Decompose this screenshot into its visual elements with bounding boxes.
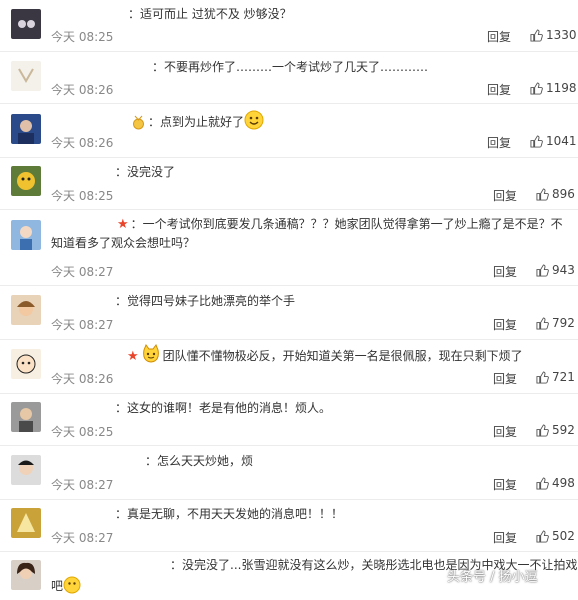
thumbs-up-icon xyxy=(536,263,549,277)
star-badge-icon: ★ xyxy=(127,349,139,364)
thumbs-up-icon xyxy=(536,476,549,490)
comment-text: ：怎么天天炒她，烦 xyxy=(145,454,254,468)
comment-time: 今天 08:26 xyxy=(51,83,114,97)
like-count: 1198 xyxy=(546,81,577,95)
avatar[interactable] xyxy=(11,508,41,538)
like-button[interactable]: 896 xyxy=(536,187,575,201)
comment-text-body: 吧 xyxy=(51,579,64,593)
smile-emoji-icon xyxy=(244,110,264,136)
like-button[interactable]: 943 xyxy=(536,263,575,277)
reply-button[interactable]: 回复 xyxy=(493,423,517,440)
reply-button[interactable]: 回复 xyxy=(487,28,511,45)
comment-time: 今天 08:26 xyxy=(51,372,114,386)
comment-item: ：这女的谁啊！老是有他的消息！烦人。 今天 08:25 回复 592 xyxy=(0,394,578,446)
avatar[interactable] xyxy=(11,295,41,325)
thumbs-up-icon xyxy=(536,423,549,437)
thumbs-up-icon xyxy=(536,370,549,384)
like-count: 721 xyxy=(552,370,575,384)
cat-emoji-icon xyxy=(141,343,161,370)
avatar[interactable] xyxy=(11,349,41,379)
thumbs-up-icon xyxy=(530,81,543,95)
like-count: 502 xyxy=(552,529,575,543)
comment-text-body: 团队懂不懂物极必反，开始知道关第一名是很佩服，现在只剩下烦了 xyxy=(162,349,523,363)
comment-time: 今天 08:27 xyxy=(51,531,114,545)
comment-item: ★ 团队懂不懂物极必反，开始知道关第一名是很佩服，现在只剩下烦了 今天 08:26… xyxy=(0,340,578,394)
reply-button[interactable]: 回复 xyxy=(493,187,517,204)
comment-time: 今天 08:27 xyxy=(51,318,114,332)
like-button[interactable]: 792 xyxy=(536,316,575,330)
comment-text: ：真是无聊，不用天天发她的消息吧！！！ xyxy=(115,507,344,521)
comment-text-continued: 吧 xyxy=(51,576,83,600)
avatar[interactable] xyxy=(11,166,41,196)
comment-text: ：不要再炒作了………一个考试炒了几天了………… xyxy=(152,60,429,74)
comment-item: ：觉得四号妹子比她漂亮的举个手 今天 08:27 回复 792 xyxy=(0,286,578,340)
like-count: 896 xyxy=(552,187,575,201)
like-button[interactable]: 721 xyxy=(536,370,575,384)
thumbs-up-icon xyxy=(530,134,543,148)
comment-text: ★ ：一个考试你到底要发几条通稿？？？她家团队觉得拿第一了炒上瘾了是不是？不知道看… xyxy=(51,215,567,253)
avatar[interactable] xyxy=(11,114,41,144)
reply-button[interactable]: 回复 xyxy=(493,529,517,546)
avatar[interactable] xyxy=(11,9,41,39)
comment-time: 今天 08:25 xyxy=(51,189,114,203)
avatar[interactable] xyxy=(11,455,41,485)
like-count: 592 xyxy=(552,423,575,437)
like-count: 1330 xyxy=(546,28,577,42)
like-count: 1041 xyxy=(546,134,577,148)
comment-text: ：觉得四号妹子比她漂亮的举个手 xyxy=(115,294,296,308)
avatar[interactable] xyxy=(11,402,41,432)
comment-time: 今天 08:27 xyxy=(51,265,114,279)
comment-item: ：不要再炒作了………一个考试炒了几天了………… 今天 08:26 回复 1198 xyxy=(0,52,578,104)
like-count: 498 xyxy=(552,476,575,490)
star-badge-icon: ★ xyxy=(117,217,129,232)
avatar[interactable] xyxy=(11,220,41,250)
comment-item: ★ ：一个考试你到底要发几条通稿？？？她家团队觉得拿第一了炒上瘾了是不是？不知道看… xyxy=(0,210,578,286)
comment-item: ：真是无聊，不用天天发她的消息吧！！！ 今天 08:27 回复 502 xyxy=(0,500,578,552)
comment-text: ★ 团队懂不懂物极必反，开始知道关第一名是很佩服，现在只剩下烦了 xyxy=(127,343,523,370)
thumbs-up-icon xyxy=(536,187,549,201)
comment-text: ：这女的谁啊！老是有他的消息！烦人。 xyxy=(115,401,332,415)
like-button[interactable]: 1198 xyxy=(530,81,577,95)
comment-text: ：适可而止 过犹不及 炒够没？ xyxy=(128,7,292,21)
reply-button[interactable]: 回复 xyxy=(487,81,511,98)
like-button[interactable]: 592 xyxy=(536,423,575,437)
avatar[interactable] xyxy=(11,61,41,91)
watermark-text: 头条号 / 扬小逗 xyxy=(447,570,538,585)
comment-item: ：点到为止就好了 今天 08:26 回复 1041 xyxy=(0,104,578,158)
comment-time: 今天 08:27 xyxy=(51,478,114,492)
thumbs-up-icon xyxy=(530,28,543,42)
comment-item: ：怎么天天炒她，烦 今天 08:27 回复 498 xyxy=(0,446,578,500)
smile-emoji-icon xyxy=(63,576,81,600)
like-count: 792 xyxy=(552,316,575,330)
comment-time: 今天 08:25 xyxy=(51,30,114,44)
thumbs-up-icon xyxy=(536,529,549,543)
medal-badge-icon xyxy=(131,115,146,136)
like-button[interactable]: 498 xyxy=(536,476,575,490)
thumbs-up-icon xyxy=(536,316,549,330)
reply-button[interactable]: 回复 xyxy=(493,263,517,280)
comment-text: ：没完没了 xyxy=(115,165,176,179)
like-button[interactable]: 1330 xyxy=(530,28,577,42)
comment-text-body: ：点到为止就好了 xyxy=(148,115,245,129)
reply-button[interactable]: 回复 xyxy=(493,316,517,333)
comment-text: ：点到为止就好了 xyxy=(131,110,266,136)
like-button[interactable]: 502 xyxy=(536,529,575,543)
reply-button[interactable]: 回复 xyxy=(493,476,517,493)
comment-time: 今天 08:25 xyxy=(51,425,114,439)
avatar[interactable] xyxy=(11,560,41,590)
like-count: 943 xyxy=(552,263,575,277)
comment-item: ：适可而止 过犹不及 炒够没？ 今天 08:25 回复 1330 xyxy=(0,0,578,52)
comment-time: 今天 08:26 xyxy=(51,136,114,150)
like-button[interactable]: 1041 xyxy=(530,134,577,148)
reply-button[interactable]: 回复 xyxy=(493,370,517,387)
reply-button[interactable]: 回复 xyxy=(487,134,511,151)
comment-item: ：没完没了 今天 08:25 回复 896 xyxy=(0,158,578,210)
